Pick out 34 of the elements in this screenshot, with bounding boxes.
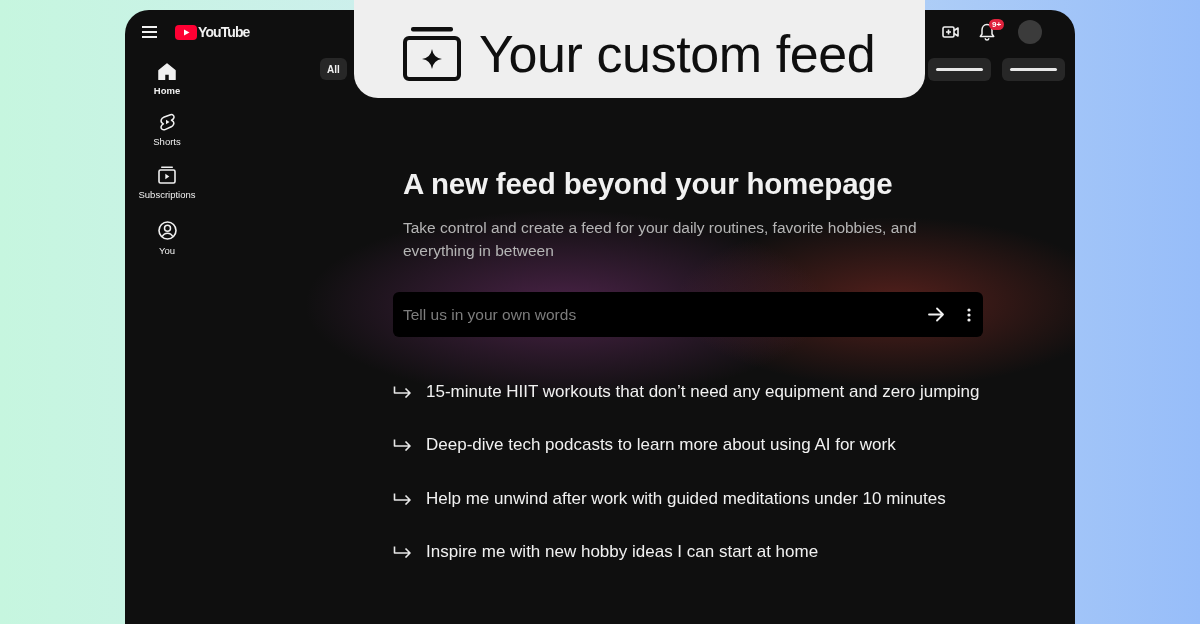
filter-chip[interactable]: All bbox=[320, 58, 347, 80]
shorts-icon bbox=[159, 113, 175, 131]
folder-sparkle-icon bbox=[403, 27, 461, 81]
logo-link[interactable]: YouTube bbox=[175, 24, 250, 40]
corner-arrow-icon bbox=[393, 439, 412, 452]
placeholder-chip[interactable] bbox=[928, 58, 991, 81]
sidebar-item[interactable]: Home bbox=[125, 63, 209, 113]
sidebar-item[interactable]: Shorts bbox=[125, 113, 209, 166]
create-button[interactable] bbox=[942, 25, 959, 39]
corner-arrow-icon bbox=[393, 546, 412, 559]
suggestion-link[interactable]: 15-minute HIIT workouts that don’t need any equipment and zero jumping bbox=[393, 365, 983, 419]
feed-description: Take control and create a feed for your daily routines, favorite hobbies, and everything in between bbox=[403, 218, 918, 261]
submit-button[interactable] bbox=[928, 307, 945, 322]
subscriptions-icon bbox=[158, 166, 176, 184]
suggestion-link[interactable]: Help me unwind after work with guided meditations under 10 minutes bbox=[393, 472, 983, 526]
corner-arrow-icon bbox=[393, 492, 412, 505]
house-icon bbox=[158, 63, 176, 80]
banner-title: Your custom feed bbox=[479, 24, 876, 84]
suggestion-link[interactable]: Deep-dive tech podcasts to learn more about using AI for work bbox=[393, 418, 983, 472]
person-circle-icon bbox=[157, 221, 177, 240]
corner-arrow-icon bbox=[393, 385, 412, 398]
sidebar-item[interactable]: You bbox=[125, 221, 209, 273]
video-camera-plus-icon bbox=[942, 25, 959, 39]
placeholder-chip[interactable] bbox=[1002, 58, 1065, 81]
suggestion-link[interactable]: Inspire me with new hobby ideas I can start at home bbox=[393, 525, 983, 579]
feed-heading: A new feed beyond your homepage bbox=[403, 167, 894, 201]
menu-icon bbox=[142, 26, 157, 38]
more-button[interactable] bbox=[967, 307, 971, 322]
more-vertical-icon bbox=[967, 307, 971, 322]
sidebar-item[interactable]: Subscriptions bbox=[125, 166, 209, 221]
menu-button[interactable] bbox=[142, 26, 157, 38]
arrow-right-icon bbox=[928, 307, 945, 322]
logo-icon bbox=[175, 24, 197, 40]
notification-badge: 9+ bbox=[989, 19, 1005, 30]
